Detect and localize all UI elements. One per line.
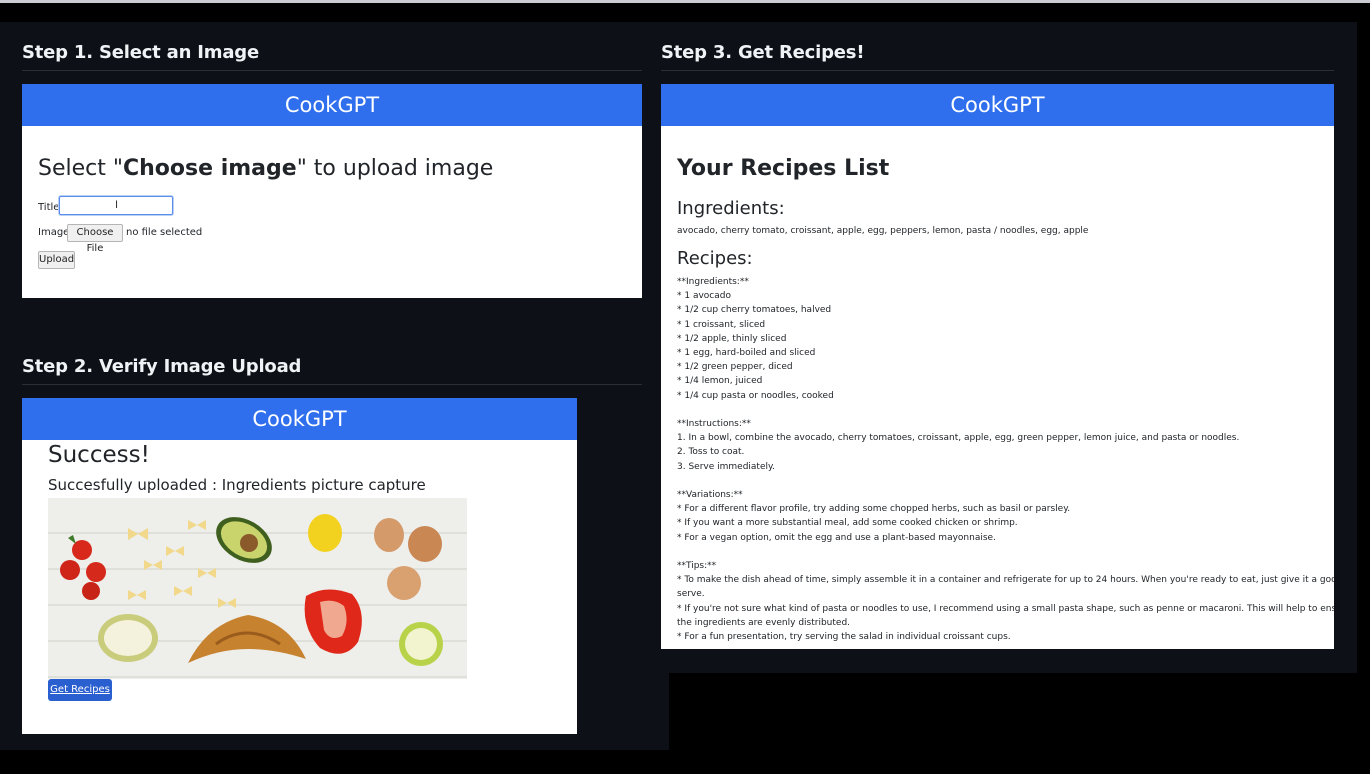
- ingredients-photo: [48, 498, 467, 679]
- heading-pre: Select ": [38, 156, 123, 181]
- verify-page-screenshot: CookGPT Success! Succesfully uploaded : …: [22, 398, 577, 734]
- recipe-line: * 1/2 green pepper, diced: [677, 362, 793, 373]
- upload-heading: Select "Choose image" to upload image: [38, 156, 493, 181]
- recipe-text: **Ingredients:** * 1 avocado * 1/2 cup c…: [677, 275, 1334, 644]
- text-cursor-icon: I: [115, 199, 119, 211]
- recipe-line: * For a fun presentation, try serving th…: [677, 632, 1011, 643]
- window-top-border: [0, 0, 1370, 3]
- recipe-line: * For a different flavor profile, try ad…: [677, 504, 1071, 515]
- lemon-image: [308, 514, 342, 552]
- get-recipes-button[interactable]: Get Recipes: [48, 679, 112, 701]
- recipe-line: [677, 403, 1322, 417]
- brand-header: CookGPT: [22, 84, 642, 126]
- recipe-line: * For a vegan option, omit the egg and u…: [677, 532, 996, 543]
- heading-post: " to upload image: [296, 156, 494, 181]
- heading-bold: Choose image: [122, 156, 297, 181]
- recipe-line: 2. Toss to coat.: [677, 447, 745, 458]
- recipe-line: 1. In a bowl, combine the avocado, cherr…: [677, 433, 1240, 444]
- recipe-line: * 1/4 cup pasta or noodles, cooked: [677, 390, 834, 401]
- recipe-line: the ingredients are evenly distributed.: [677, 617, 851, 628]
- recipe-line: * 1 avocado: [677, 291, 731, 302]
- upload-page-screenshot: CookGPT Select "Choose image" to upload …: [22, 84, 642, 298]
- recipe-line: * 1/2 apple, thinly sliced: [677, 333, 787, 344]
- recipe-line: serve.: [677, 589, 705, 600]
- brand-header: CookGPT: [22, 398, 577, 440]
- step-1-divider: [22, 70, 642, 71]
- ingredients-text: avocado, cherry tomato, croissant, apple…: [677, 226, 1089, 236]
- ingredients-heading: Ingredients:: [677, 198, 785, 219]
- recipe-line: * To make the dish ahead of time, simply…: [677, 575, 1334, 586]
- recipe-line: **Ingredients:**: [677, 277, 749, 287]
- recipe-line: **Tips:**: [677, 561, 717, 572]
- recipes-list-title: Your Recipes List: [677, 156, 890, 181]
- success-heading: Success!: [48, 442, 150, 468]
- upload-message: Succesfully uploaded : Ingredients pictu…: [48, 476, 426, 494]
- recipe-line: [677, 474, 1322, 488]
- recipes-heading: Recipes:: [677, 248, 753, 269]
- step-1-title: Step 1. Select an Image: [22, 42, 259, 63]
- step-3-title: Step 3. Get Recipes!: [661, 42, 865, 63]
- recipes-page-screenshot: CookGPT Your Recipes List Ingredients: a…: [661, 84, 1334, 649]
- step-2-divider: [22, 384, 642, 385]
- no-file-text: no file selected: [126, 227, 203, 238]
- recipe-line: * If you're not sure what kind of pasta …: [677, 603, 1334, 614]
- step-2-title: Step 2. Verify Image Upload: [22, 356, 302, 377]
- apple-image: [399, 622, 443, 666]
- upload-button[interactable]: Upload: [38, 251, 75, 269]
- brand-header: CookGPT: [661, 84, 1334, 126]
- recipe-line: * 1 egg, hard-boiled and sliced: [677, 348, 816, 359]
- recipe-line: * If you want a more substantial meal, a…: [677, 518, 1018, 529]
- recipe-line: **Instructions:**: [677, 419, 751, 430]
- recipe-line: * 1/4 lemon, juiced: [677, 376, 763, 387]
- choose-file-button[interactable]: Choose File: [67, 224, 123, 254]
- recipe-line: **Variations:**: [677, 490, 743, 501]
- pear-image: [98, 614, 158, 662]
- recipe-line: [677, 545, 1322, 559]
- recipe-line: 3. Serve immediately.: [677, 461, 775, 472]
- recipe-line: * 1/2 cup cherry tomatoes, halved: [677, 305, 832, 316]
- step-3-divider: [661, 70, 1334, 71]
- recipe-line: * 1 croissant, sliced: [677, 319, 766, 330]
